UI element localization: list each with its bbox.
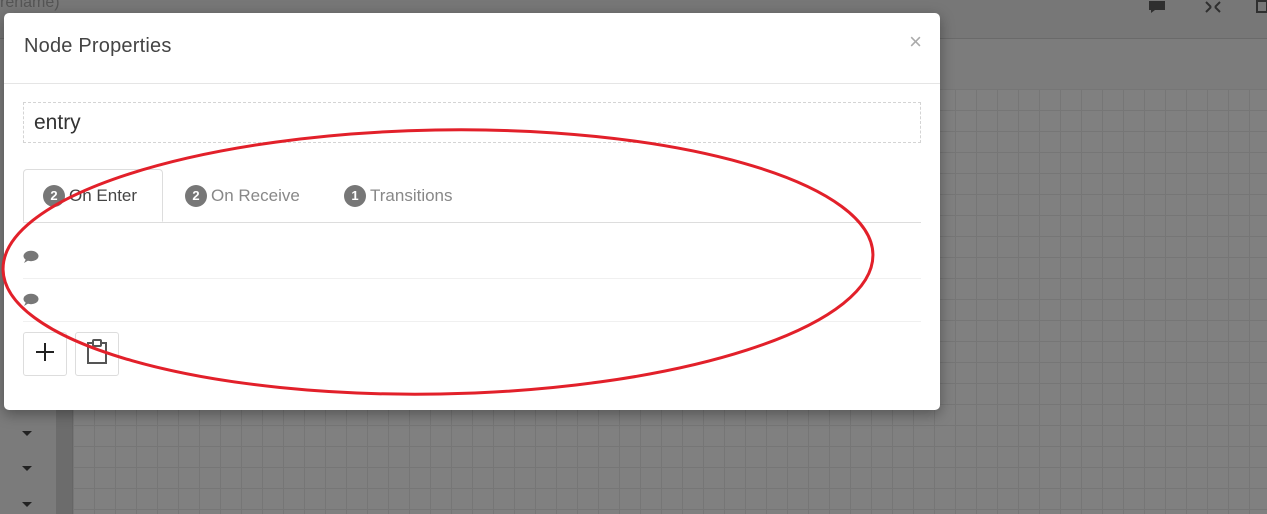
speech-bubble-icon bbox=[23, 292, 39, 306]
tab-count-badge: 2 bbox=[43, 184, 65, 207]
comment-icon[interactable] bbox=[1148, 0, 1166, 14]
panel-icon[interactable] bbox=[1256, 0, 1267, 14]
clipboard-icon bbox=[86, 339, 108, 369]
caret-down-icon[interactable] bbox=[22, 502, 32, 507]
tab-label: Transitions bbox=[370, 185, 453, 205]
speech-bubble-icon bbox=[23, 249, 39, 263]
tab-count-badge: 1 bbox=[344, 184, 366, 207]
node-name-input[interactable] bbox=[23, 102, 921, 143]
dialog-title: Node Properties bbox=[24, 35, 172, 57]
tab-count-badge: 2 bbox=[185, 184, 207, 207]
caret-down-icon[interactable] bbox=[22, 431, 32, 436]
tab-on-enter[interactable]: 2 On Enter bbox=[23, 169, 163, 222]
dialog-header: Node Properties × bbox=[4, 13, 940, 84]
action-row-2[interactable] bbox=[23, 278, 921, 322]
tab-label: On Enter bbox=[69, 185, 138, 205]
action-row-1[interactable] bbox=[23, 235, 921, 279]
tab-transitions[interactable]: 1 Transitions bbox=[344, 169, 453, 222]
plus-icon bbox=[35, 342, 55, 366]
fullscreen-icon[interactable] bbox=[1204, 0, 1222, 14]
background-title: rename) bbox=[0, 0, 60, 11]
tab-bar: 2 On Enter 2 On Receive 1 Transitions bbox=[23, 169, 921, 223]
close-button[interactable]: × bbox=[909, 31, 922, 53]
paste-action-button[interactable] bbox=[75, 332, 119, 376]
caret-down-icon[interactable] bbox=[22, 466, 32, 471]
tab-label: On Receive bbox=[211, 185, 300, 205]
node-properties-dialog: Node Properties × 2 On Enter 2 On Receiv… bbox=[4, 13, 940, 410]
add-action-button[interactable] bbox=[23, 332, 67, 376]
tab-on-receive[interactable]: 2 On Receive bbox=[185, 169, 300, 222]
